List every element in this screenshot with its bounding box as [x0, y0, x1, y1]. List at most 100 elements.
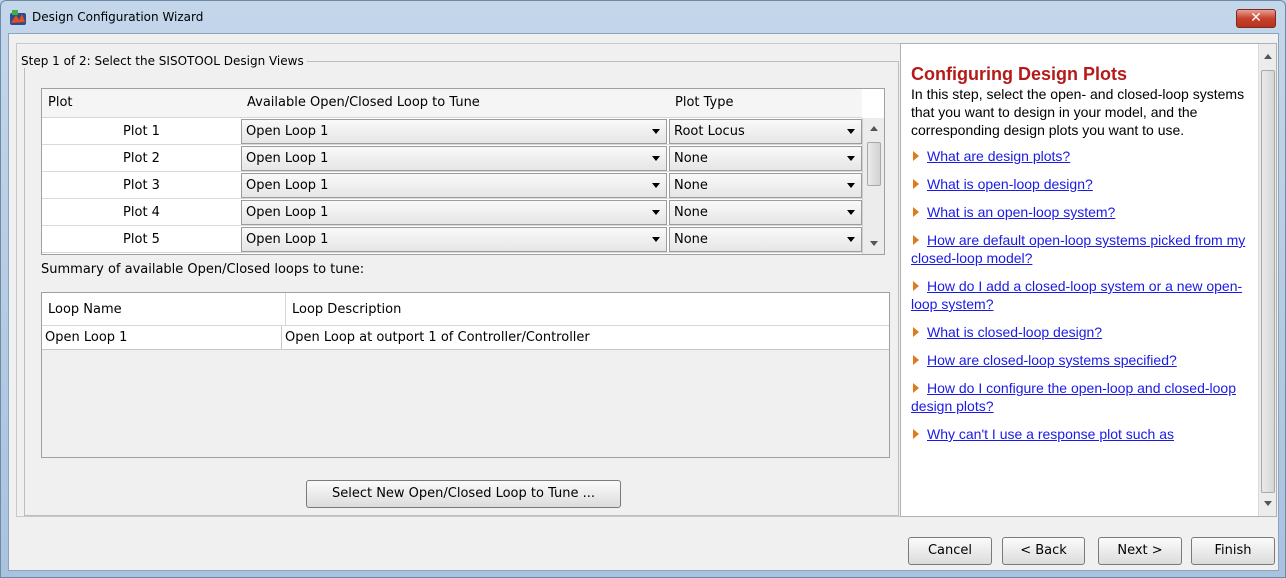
plot-name-cell: Plot 2	[123, 151, 160, 166]
loop-select-value: Open Loop 1	[246, 151, 329, 166]
help-link-text[interactable]: What are design plots?	[927, 148, 1070, 164]
help-link[interactable]: What is an open-loop system?	[911, 203, 1251, 221]
help-link-text[interactable]: How do I configure the open-loop and clo…	[911, 380, 1236, 414]
plot-name-cell: Plot 3	[123, 178, 160, 193]
summary-label: Summary of available Open/Closed loops t…	[41, 262, 365, 277]
help-scrollbar[interactable]	[1258, 44, 1276, 516]
scroll-down-icon[interactable]	[1264, 501, 1272, 506]
window-title: Design Configuration Wizard	[32, 10, 204, 24]
chevron-down-icon	[652, 156, 660, 161]
plot-type-value: None	[674, 205, 708, 220]
help-link[interactable]: How do I add a closed-loop system or a n…	[911, 277, 1251, 313]
plot-type-select[interactable]: None	[669, 146, 862, 171]
help-intro: In this step, select the open- and close…	[911, 86, 1245, 138]
loop-select[interactable]: Open Loop 1	[241, 173, 667, 198]
back-button[interactable]: < Back	[1002, 537, 1085, 565]
chevron-down-icon	[652, 129, 660, 134]
table-row: Plot 4 Open Loop 1 None	[42, 199, 862, 226]
bullet-arrow-icon	[913, 207, 919, 217]
plot-type-select[interactable]: Root Locus	[669, 119, 862, 144]
help-link-text[interactable]: What is open-loop design?	[927, 176, 1093, 192]
plot-type-select[interactable]: None	[669, 227, 862, 252]
header-loop-description[interactable]: Loop Description	[285, 293, 401, 325]
help-link[interactable]: How are closed-loop systems specified?	[911, 351, 1251, 369]
scroll-down-icon[interactable]	[870, 241, 878, 246]
chevron-down-icon	[652, 210, 660, 215]
scroll-thumb[interactable]	[1261, 70, 1275, 493]
header-plot-type[interactable]: Plot Type	[675, 95, 734, 110]
loop-select-value: Open Loop 1	[246, 205, 329, 220]
help-link-text[interactable]: How do I add a closed-loop system or a n…	[911, 278, 1242, 312]
step-label: Step 1 of 2: Select the SISOTOOL Design …	[21, 54, 307, 68]
finish-button[interactable]: Finish	[1191, 537, 1275, 565]
help-link-text[interactable]: What is an open-loop system?	[927, 204, 1115, 220]
help-link-text[interactable]: How are closed-loop systems specified?	[927, 352, 1177, 368]
help-panel: Configuring Design Plots In this step, s…	[900, 43, 1277, 517]
title-bar[interactable]: Design Configuration Wizard ✕	[1, 1, 1285, 33]
loop-select-value: Open Loop 1	[246, 124, 329, 139]
scroll-up-icon[interactable]	[1264, 54, 1272, 59]
matlab-app-icon	[10, 10, 26, 25]
plot-type-select[interactable]: None	[669, 173, 862, 198]
help-link[interactable]: What is open-loop design?	[911, 175, 1251, 193]
close-button[interactable]: ✕	[1236, 9, 1276, 28]
bullet-arrow-icon	[913, 235, 919, 245]
table-row[interactable]: Open Loop 1 Open Loop at outport 1 of Co…	[42, 326, 889, 350]
header-plot[interactable]: Plot	[48, 95, 73, 110]
wizard-window: Design Configuration Wizard ✕ Step 1 of …	[0, 0, 1286, 578]
bullet-arrow-icon	[913, 151, 919, 161]
help-link[interactable]: Why can't I use a response plot such as	[911, 425, 1251, 443]
loop-table: Loop Name Loop Description Open Loop 1 O…	[41, 292, 890, 458]
next-button[interactable]: Next >	[1098, 537, 1182, 565]
bullet-arrow-icon	[913, 383, 919, 393]
help-link-text[interactable]: Why can't I use a response plot such as	[927, 426, 1174, 442]
plot-type-select[interactable]: None	[669, 200, 862, 225]
plot-type-value: None	[674, 232, 708, 247]
chevron-down-icon	[652, 183, 660, 188]
loop-name-cell: Open Loop 1	[42, 326, 282, 349]
plot-type-value: None	[674, 151, 708, 166]
loop-select[interactable]: Open Loop 1	[241, 200, 667, 225]
select-new-loop-button[interactable]: Select New Open/Closed Loop to Tune ...	[306, 480, 621, 508]
chevron-down-icon	[847, 210, 855, 215]
bullet-arrow-icon	[913, 281, 919, 291]
help-link[interactable]: How are default open-loop systems picked…	[911, 231, 1251, 267]
loop-select[interactable]: Open Loop 1	[241, 146, 667, 171]
loop-description-cell: Open Loop at outport 1 of Controller/Con…	[285, 330, 590, 345]
scroll-thumb[interactable]	[867, 142, 881, 186]
table-row: Plot 1 Open Loop 1 Root Locus	[42, 118, 862, 145]
table-row: Plot 2 Open Loop 1 None	[42, 145, 862, 172]
plot-name-cell: Plot 1	[123, 124, 160, 139]
scroll-up-icon[interactable]	[870, 126, 878, 131]
client-area: Step 1 of 2: Select the SISOTOOL Design …	[8, 33, 1279, 571]
header-loop-name[interactable]: Loop Name	[45, 293, 122, 325]
bullet-arrow-icon	[913, 429, 919, 439]
help-link[interactable]: How do I configure the open-loop and clo…	[911, 379, 1251, 415]
loop-select-value: Open Loop 1	[246, 232, 329, 247]
help-title: Configuring Design Plots	[911, 64, 1127, 84]
header-available-loop[interactable]: Available Open/Closed Loop to Tune	[247, 95, 480, 110]
bullet-arrow-icon	[913, 179, 919, 189]
loop-select-value: Open Loop 1	[246, 178, 329, 193]
plot-table-scrollbar[interactable]	[862, 118, 884, 254]
table-row: Plot 5 Open Loop 1 None	[42, 226, 862, 253]
loop-select[interactable]: Open Loop 1	[241, 227, 667, 252]
help-link[interactable]: What are design plots?	[911, 147, 1251, 165]
chevron-down-icon	[847, 156, 855, 161]
design-views-panel: Step 1 of 2: Select the SISOTOOL Design …	[16, 43, 901, 517]
plot-type-value: None	[674, 178, 708, 193]
chevron-down-icon	[652, 237, 660, 242]
help-link-text[interactable]: How are default open-loop systems picked…	[911, 232, 1245, 266]
help-link-text[interactable]: What is closed-loop design?	[927, 324, 1102, 340]
help-link[interactable]: What is closed-loop design?	[911, 323, 1251, 341]
loop-table-header: Loop Name Loop Description	[42, 293, 889, 326]
help-content: Configuring Design Plots In this step, s…	[911, 63, 1251, 453]
plot-name-cell: Plot 5	[123, 232, 160, 247]
chevron-down-icon	[847, 183, 855, 188]
loop-select[interactable]: Open Loop 1	[241, 119, 667, 144]
cancel-button[interactable]: Cancel	[908, 537, 992, 565]
plot-table-header: Plot Available Open/Closed Loop to Tune …	[42, 89, 862, 118]
chevron-down-icon	[847, 129, 855, 134]
chevron-down-icon	[847, 237, 855, 242]
table-row: Plot 3 Open Loop 1 None	[42, 172, 862, 199]
